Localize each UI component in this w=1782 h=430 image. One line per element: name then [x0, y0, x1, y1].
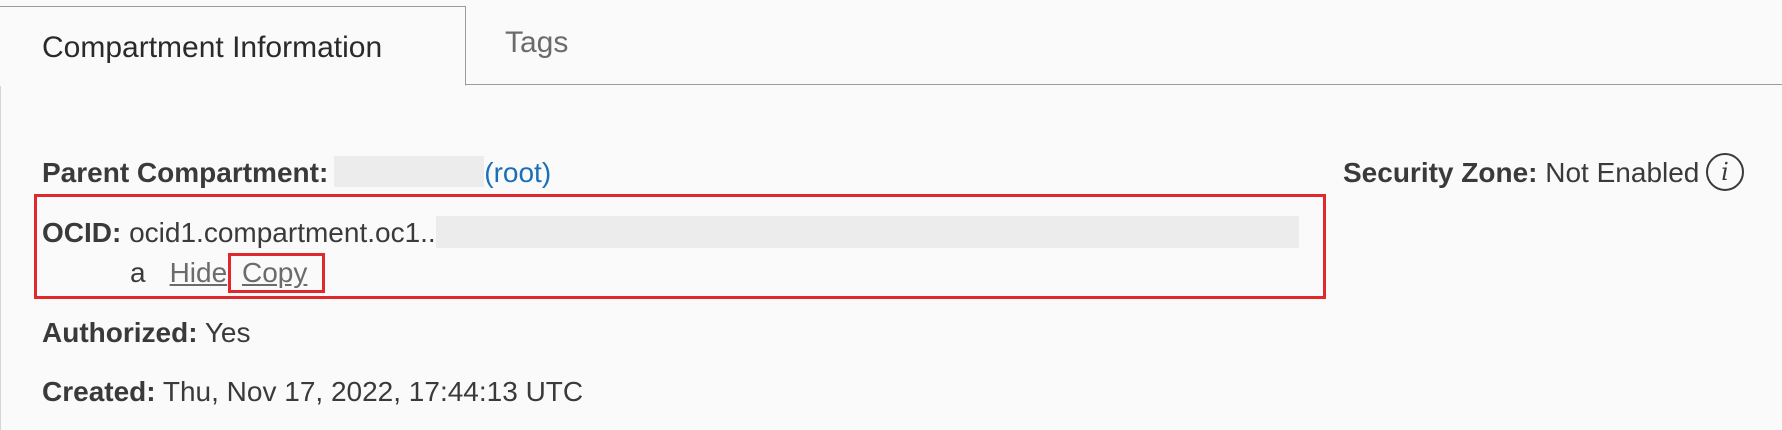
- content-divider: [0, 85, 1, 430]
- parent-compartment-label: Parent Compartment:: [42, 157, 329, 188]
- tab-tags[interactable]: Tags: [466, 6, 646, 85]
- ocid-row-continued: a Hide: [130, 259, 227, 287]
- created-value: Thu, Nov 17, 2022, 17:44:13 UTC: [162, 376, 584, 407]
- hide-ocid-link[interactable]: Hide: [170, 257, 228, 288]
- security-zone-value: Not Enabled: [1545, 157, 1700, 188]
- created-label: Created:: [42, 376, 156, 407]
- redacted-ocid: [435, 215, 1299, 248]
- created-row: Created: Thu, Nov 17, 2022, 17:44:13 UTC: [42, 378, 583, 406]
- tab-compartment-information[interactable]: Compartment Information: [0, 6, 466, 86]
- security-zone-row: Security Zone: Not Enabled: [1343, 159, 1699, 187]
- parent-compartment-row: Parent Compartment: (root): [42, 156, 551, 188]
- info-icon[interactable]: i: [1706, 153, 1744, 191]
- tab-bar: Compartment Information Tags: [0, 0, 1782, 86]
- ocid-row: OCID: ocid1.compartment.oc1..: [42, 215, 1299, 248]
- authorized-row: Authorized: Yes: [42, 319, 251, 347]
- security-zone-label: Security Zone:: [1343, 157, 1538, 188]
- tab-label: Tags: [505, 26, 569, 59]
- tab-label: Compartment Information: [42, 31, 383, 64]
- parent-compartment-link[interactable]: (root): [484, 157, 551, 188]
- authorized-label: Authorized:: [42, 317, 198, 348]
- copy-ocid-link[interactable]: Copy: [242, 259, 307, 287]
- ocid-label: OCID:: [42, 217, 122, 248]
- ocid-value-suffix: a: [130, 257, 146, 288]
- redacted-compartment-name: [334, 156, 485, 188]
- authorized-value: Yes: [204, 317, 251, 348]
- ocid-value-prefix: ocid1.compartment.oc1..: [129, 217, 436, 248]
